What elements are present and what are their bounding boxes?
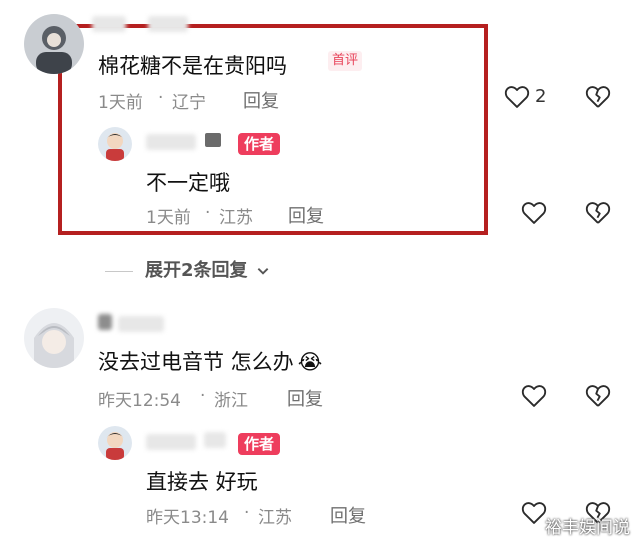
username-blurred [92,16,126,32]
reply-button[interactable]: 回复 [243,87,279,113]
like-count: 2 [535,86,547,107]
avatar[interactable] [24,14,84,74]
heart-outline-icon[interactable] [520,199,548,227]
watermark: 裕丰娱间说 [545,518,630,538]
username-blurred [146,134,196,150]
reply-location: 江苏 [258,508,292,528]
heart-outline-icon[interactable] [520,499,548,527]
author-badge: 作者 [238,433,281,455]
comment-time: 昨天12:54 [98,391,181,411]
author-avatar-icon [98,127,132,161]
reply-time: 昨天13:14 [146,508,229,528]
comment-text: 没去过电音节 怎么办 😭 [98,346,322,376]
comment-time: 1天前 [98,93,143,113]
separator: · [205,203,211,223]
author-badge: 作者 [238,133,281,155]
username-blurred [146,434,196,450]
separator: · [158,88,164,108]
expand-replies-button[interactable]: 展开2条回复 [105,256,270,282]
username-blurred [118,316,164,332]
reply-button[interactable]: 回复 [288,202,324,228]
author-avatar[interactable] [98,426,132,460]
reply-text: 不一定哦 [146,171,230,195]
author-avatar-icon [98,426,132,460]
heart-outline-icon[interactable] [520,382,548,410]
comment-location: 浙江 [214,391,248,411]
crying-emoji: 😭 [297,350,323,374]
avatar[interactable] [24,308,84,368]
reply-time: 1天前 [146,208,191,228]
author-avatar[interactable] [98,127,132,161]
heart-outline-icon[interactable] [503,83,531,111]
avatar-image-icon [24,14,84,74]
username-blurred [98,314,112,330]
reply-button[interactable]: 回复 [287,385,323,411]
username-blurred [204,432,226,448]
reply-text: 直接去 好玩 [146,470,258,494]
comment-location: 辽宁 [172,93,206,113]
separator: · [244,503,250,523]
comment-text-body: 没去过电音节 怎么办 [98,350,294,374]
username-blurred [205,133,221,147]
broken-heart-icon[interactable] [584,382,612,410]
expand-replies-label: 展开2条回复 [145,260,248,281]
reply-button[interactable]: 回复 [330,502,366,528]
comment-text: 棉花糖不是在贵阳吗 [98,54,287,78]
chevron-down-icon [257,268,269,275]
reply-location: 江苏 [219,208,253,228]
separator: · [200,386,206,406]
username-blurred [148,16,188,32]
first-comment-badge: 首评 [328,51,363,71]
divider [105,270,133,272]
avatar-image-icon [24,308,84,368]
broken-heart-icon[interactable] [584,83,612,111]
broken-heart-icon[interactable] [584,199,612,227]
